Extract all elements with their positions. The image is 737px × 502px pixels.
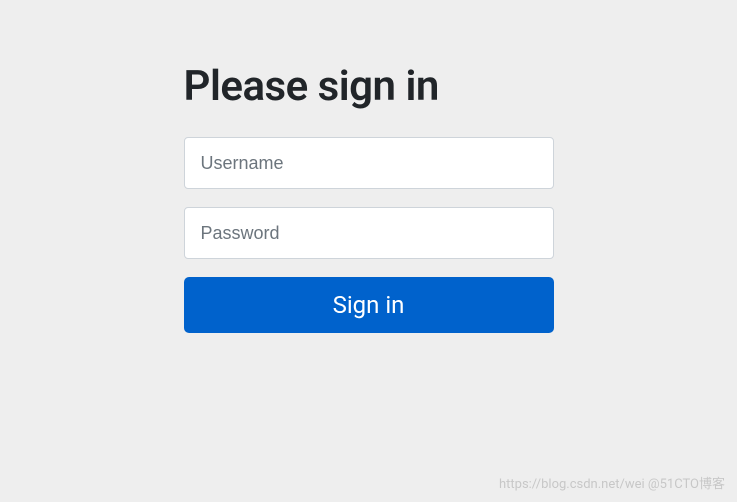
password-input[interactable] (184, 207, 554, 259)
signin-button[interactable]: Sign in (184, 277, 554, 333)
signin-title: Please sign in (184, 62, 554, 111)
signin-form: Please sign in Sign in (184, 62, 554, 333)
watermark-text: https://blog.csdn.net/wei @51CTO博客 (499, 473, 725, 492)
username-input[interactable] (184, 137, 554, 189)
